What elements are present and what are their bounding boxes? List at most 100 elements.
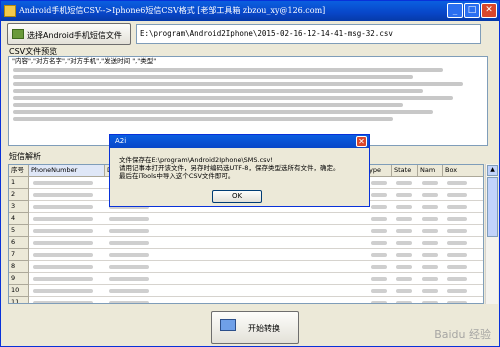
csv-preview-area[interactable]: "内容","对方名字","对方手机","发送时间 ","类型": [8, 56, 488, 146]
table-cell: [33, 229, 93, 233]
col-header-phone[interactable]: PhoneNumber: [29, 165, 105, 177]
table-cell: [109, 301, 149, 303]
preview-blurred-line: [13, 82, 463, 86]
dialog-close-icon[interactable]: ✕: [356, 136, 367, 147]
computer-icon: [220, 319, 236, 331]
table-cell: [371, 205, 387, 209]
maximize-icon[interactable]: □: [464, 3, 480, 18]
preview-blurred-line: [13, 103, 403, 107]
col-header-name[interactable]: Nam: [418, 165, 443, 177]
table-cell: [371, 265, 387, 269]
row-number[interactable]: 5: [9, 225, 29, 237]
table-cell: [447, 253, 467, 257]
col-header-state[interactable]: State: [392, 165, 418, 177]
table-cell: [396, 193, 412, 197]
sms-parse-label: 短信解析: [9, 152, 41, 161]
row-separator: [29, 272, 483, 273]
table-cell: [109, 241, 149, 245]
minimize-icon[interactable]: _: [447, 3, 463, 18]
title-bar: Android手机短信CSV-->Iphone6短信CSV格式 [老邹工具箱 z…: [1, 1, 499, 21]
table-cell: [396, 205, 412, 209]
dialog-title: A2i: [110, 135, 369, 148]
table-cell: [109, 277, 149, 281]
table-cell: [33, 253, 93, 257]
table-cell: [447, 277, 467, 281]
table-cell: [447, 301, 467, 303]
table-cell: [33, 217, 93, 221]
table-cell: [396, 265, 412, 269]
row-separator: [29, 260, 483, 261]
row-separator: [29, 284, 483, 285]
table-cell: [422, 301, 438, 303]
row-number[interactable]: 4: [9, 213, 29, 225]
table-cell: [33, 193, 93, 197]
preview-blurred-line: [13, 89, 423, 93]
table-cell: [396, 229, 412, 233]
table-cell: [33, 277, 93, 281]
table-scrollbar[interactable]: ▲: [485, 164, 498, 304]
table-cell: [33, 289, 93, 293]
table-cell: [396, 217, 412, 221]
table-cell: [109, 229, 149, 233]
table-cell: [371, 217, 387, 221]
table-cell: [447, 265, 467, 269]
row-separator: [29, 236, 483, 237]
preview-first-line: "内容","对方名字","对方手机","发送时间 ","类型": [12, 57, 157, 65]
row-number[interactable]: 6: [9, 237, 29, 249]
table-cell: [396, 289, 412, 293]
table-cell: [371, 229, 387, 233]
table-cell: [33, 301, 93, 303]
table-cell: [422, 193, 438, 197]
table-cell: [396, 301, 412, 303]
preview-blurred-line: [13, 117, 393, 121]
scroll-up-icon[interactable]: ▲: [487, 165, 498, 176]
table-cell: [422, 181, 438, 185]
table-cell: [109, 253, 149, 257]
scroll-thumb[interactable]: [487, 177, 498, 237]
table-cell: [396, 241, 412, 245]
watermark: Baidu 经验: [434, 328, 491, 341]
start-convert-button[interactable]: 开始转换: [211, 311, 299, 344]
table-cell: [447, 229, 467, 233]
dialog-ok-button[interactable]: OK: [212, 190, 262, 203]
table-cell: [371, 193, 387, 197]
table-cell: [33, 205, 93, 209]
table-cell: [422, 229, 438, 233]
file-path-field[interactable]: E:\program\Android2Iphone\2015-02-16-12-…: [136, 24, 481, 44]
row-number[interactable]: 11: [9, 297, 29, 303]
close-icon[interactable]: ✕: [481, 3, 497, 18]
window-title: Android手机短信CSV-->Iphone6短信CSV格式 [老邹工具箱 z…: [19, 6, 326, 15]
table-cell: [33, 265, 93, 269]
row-number[interactable]: 10: [9, 285, 29, 297]
row-number[interactable]: 7: [9, 249, 29, 261]
table-cell: [422, 253, 438, 257]
col-header-box[interactable]: Box: [443, 165, 483, 177]
table-cell: [109, 265, 149, 269]
table-cell: [422, 289, 438, 293]
table-cell: [371, 289, 387, 293]
row-number[interactable]: 8: [9, 261, 29, 273]
table-cell: [109, 289, 149, 293]
table-cell: [422, 265, 438, 269]
dialog-message: 文件保存在E:\program\Android2Iphone\SMS.csv! …: [119, 156, 339, 180]
convert-button-label: 开始转换: [248, 324, 280, 333]
row-number[interactable]: 1: [9, 177, 29, 189]
preview-blurred-line: [13, 75, 413, 79]
row-number[interactable]: 9: [9, 273, 29, 285]
app-icon: [4, 5, 16, 17]
table-cell: [33, 181, 93, 185]
col-header-index[interactable]: 序号: [9, 165, 29, 177]
folder-icon: [12, 29, 24, 39]
select-android-file-button[interactable]: 选择Android手机短信文件: [7, 23, 131, 45]
dialog-line-1: 文件保存在E:\program\Android2Iphone\SMS.csv!: [119, 156, 273, 164]
select-button-label: 选择Android手机短信文件: [27, 31, 122, 40]
row-number[interactable]: 2: [9, 189, 29, 201]
col-header-type[interactable]: ype: [367, 165, 392, 177]
preview-blurred-line: [13, 110, 433, 114]
row-separator: [29, 248, 483, 249]
preview-blurred-line: [13, 68, 443, 72]
preview-blurred-line: [13, 96, 453, 100]
table-cell: [109, 217, 149, 221]
table-cell: [396, 253, 412, 257]
row-number[interactable]: 3: [9, 201, 29, 213]
